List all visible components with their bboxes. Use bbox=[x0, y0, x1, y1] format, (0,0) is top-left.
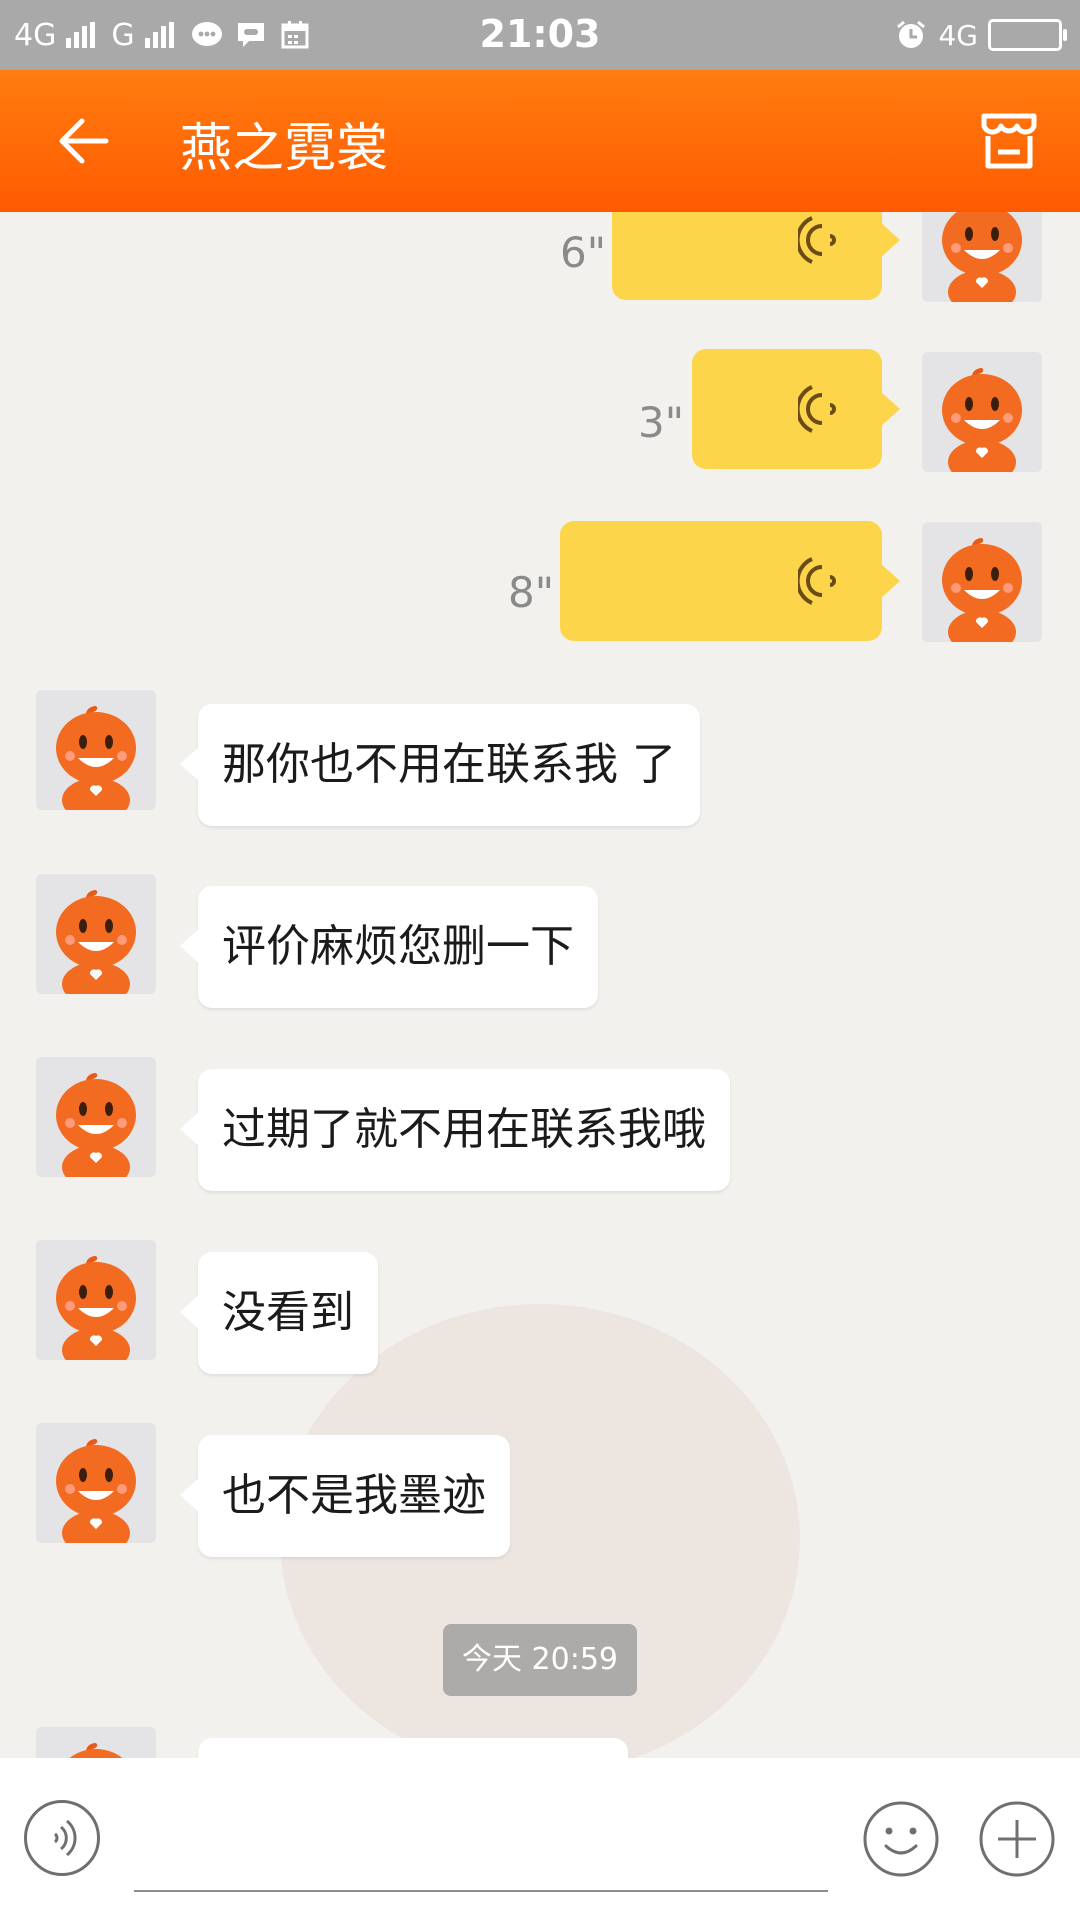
voice-message-bubble[interactable] bbox=[612, 212, 900, 300]
contact-avatar[interactable] bbox=[36, 1240, 156, 1360]
chat-area[interactable]: 6" 3" 8" 那你也不用在联系我 了 评价麻烦您删一下 过期了就不用在联系我… bbox=[0, 212, 1080, 1758]
network-type-right-label: 4G bbox=[938, 18, 978, 52]
voice-wave-icon bbox=[798, 385, 836, 433]
voice-input-button[interactable] bbox=[24, 1800, 100, 1876]
input-bar bbox=[0, 1758, 1080, 1920]
mascot-avatar-icon bbox=[36, 1240, 156, 1360]
status-right: 4G bbox=[894, 14, 1067, 56]
voice-wave-icon bbox=[798, 557, 836, 605]
mascot-avatar-icon bbox=[36, 874, 156, 994]
contact-avatar[interactable] bbox=[36, 1727, 156, 1758]
time-divider: 今天 20:59 bbox=[443, 1624, 637, 1696]
plus-icon bbox=[979, 1801, 1055, 1877]
contact-avatar[interactable] bbox=[36, 1057, 156, 1177]
store-button[interactable] bbox=[976, 108, 1042, 174]
self-avatar[interactable] bbox=[922, 212, 1042, 302]
emoji-button[interactable] bbox=[862, 1800, 940, 1878]
contact-avatar[interactable] bbox=[36, 1423, 156, 1543]
text-message-bubble[interactable]: 没看到 bbox=[180, 1252, 378, 1374]
voice-duration: 3" bbox=[638, 398, 685, 447]
text-message-bubble-partial[interactable] bbox=[198, 1738, 628, 1758]
voice-wave-icon bbox=[798, 216, 836, 264]
contact-avatar[interactable] bbox=[36, 690, 156, 810]
emoji-icon bbox=[863, 1801, 939, 1877]
app-bar: 燕之霓裳 bbox=[0, 70, 1080, 212]
mascot-avatar-icon bbox=[36, 690, 156, 810]
mascot-avatar-icon bbox=[36, 1423, 156, 1543]
alarm-icon bbox=[894, 20, 928, 50]
chat-title: 燕之霓裳 bbox=[180, 119, 389, 179]
self-avatar[interactable] bbox=[922, 522, 1042, 642]
voice-duration: 6" bbox=[560, 228, 607, 277]
status-bar: 4G G 21:03 4G bbox=[0, 0, 1080, 70]
store-icon bbox=[981, 113, 1037, 169]
self-avatar[interactable] bbox=[922, 352, 1042, 472]
battery-icon bbox=[988, 19, 1067, 51]
mascot-avatar-icon bbox=[922, 522, 1042, 642]
text-message-bubble[interactable]: 也不是我墨迹 bbox=[180, 1435, 510, 1557]
contact-avatar[interactable] bbox=[36, 874, 156, 994]
more-options-button[interactable] bbox=[978, 1800, 1056, 1878]
voice-duration: 8" bbox=[508, 568, 555, 617]
voice-message-bubble[interactable] bbox=[560, 521, 900, 641]
voice-message-bubble[interactable] bbox=[692, 349, 900, 469]
message-input[interactable] bbox=[134, 1890, 828, 1892]
voice-input-icon bbox=[53, 1819, 77, 1857]
arrow-left-icon bbox=[59, 118, 109, 164]
mascot-avatar-icon bbox=[922, 212, 1042, 302]
mascot-avatar-icon bbox=[36, 1057, 156, 1177]
mascot-avatar-icon bbox=[922, 352, 1042, 472]
mascot-avatar-icon bbox=[36, 1727, 156, 1758]
text-message-bubble[interactable]: 那你也不用在联系我 了 bbox=[180, 704, 700, 826]
text-message-bubble[interactable]: 过期了就不用在联系我哦 bbox=[180, 1069, 730, 1191]
back-button[interactable] bbox=[50, 106, 120, 176]
text-message-bubble[interactable]: 评价麻烦您删一下 bbox=[180, 886, 598, 1008]
